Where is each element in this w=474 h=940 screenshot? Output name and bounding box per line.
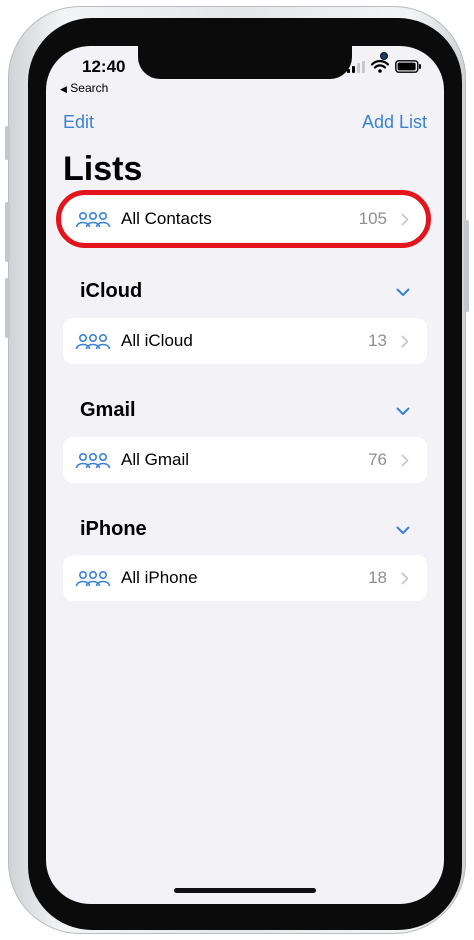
volume-down-button (5, 278, 10, 338)
chevron-down-icon[interactable] (396, 526, 410, 535)
page-title: Lists (63, 150, 143, 188)
wifi-icon (371, 60, 389, 73)
red-highlight-annotation (56, 190, 431, 248)
chevron-down-icon[interactable] (396, 288, 410, 297)
home-indicator[interactable] (174, 888, 316, 893)
status-time: 12:40 (82, 57, 126, 76)
chevron-right-icon (401, 454, 409, 467)
chevron-down-icon[interactable] (396, 407, 410, 416)
row-count: 76 (368, 450, 387, 469)
row-count: 18 (368, 568, 387, 587)
action-button (5, 126, 10, 160)
camera-icon (380, 52, 388, 60)
row-label: All Gmail (121, 450, 190, 469)
section-title-iphone: iPhone (80, 518, 147, 540)
row-count: 13 (368, 331, 387, 350)
people-group-icon (75, 333, 111, 350)
all-icloud-row[interactable]: All iCloud 13 (63, 318, 427, 364)
section-title-gmail: Gmail (80, 399, 136, 421)
power-button (464, 220, 469, 312)
chevron-right-icon (401, 335, 409, 348)
screen: 12:40 ◀ Search Edit Add List Lists All C… (46, 46, 444, 904)
chevron-right-icon (401, 572, 409, 585)
phone-frame: 12:40 ◀ Search Edit Add List Lists All C… (5, 6, 469, 934)
row-label: All iPhone (121, 568, 198, 587)
notch (138, 46, 388, 79)
back-triangle-icon: ◀ (60, 84, 67, 94)
section-title-icloud: iCloud (80, 280, 143, 302)
back-label: Search (70, 81, 109, 95)
all-iphone-row[interactable]: All iPhone 18 (63, 555, 427, 601)
add-list-button[interactable]: Add List (362, 112, 427, 133)
cellular-signal-icon (347, 60, 365, 73)
people-group-icon (75, 452, 111, 469)
battery-icon (395, 60, 421, 73)
back-to-search-link[interactable]: ◀ Search (60, 81, 108, 95)
row-label: All iCloud (121, 331, 193, 350)
people-group-icon (75, 570, 111, 587)
status-indicators (347, 60, 422, 73)
volume-up-button (5, 202, 10, 262)
all-gmail-row[interactable]: All Gmail 76 (63, 437, 427, 483)
edit-button[interactable]: Edit (63, 112, 94, 133)
